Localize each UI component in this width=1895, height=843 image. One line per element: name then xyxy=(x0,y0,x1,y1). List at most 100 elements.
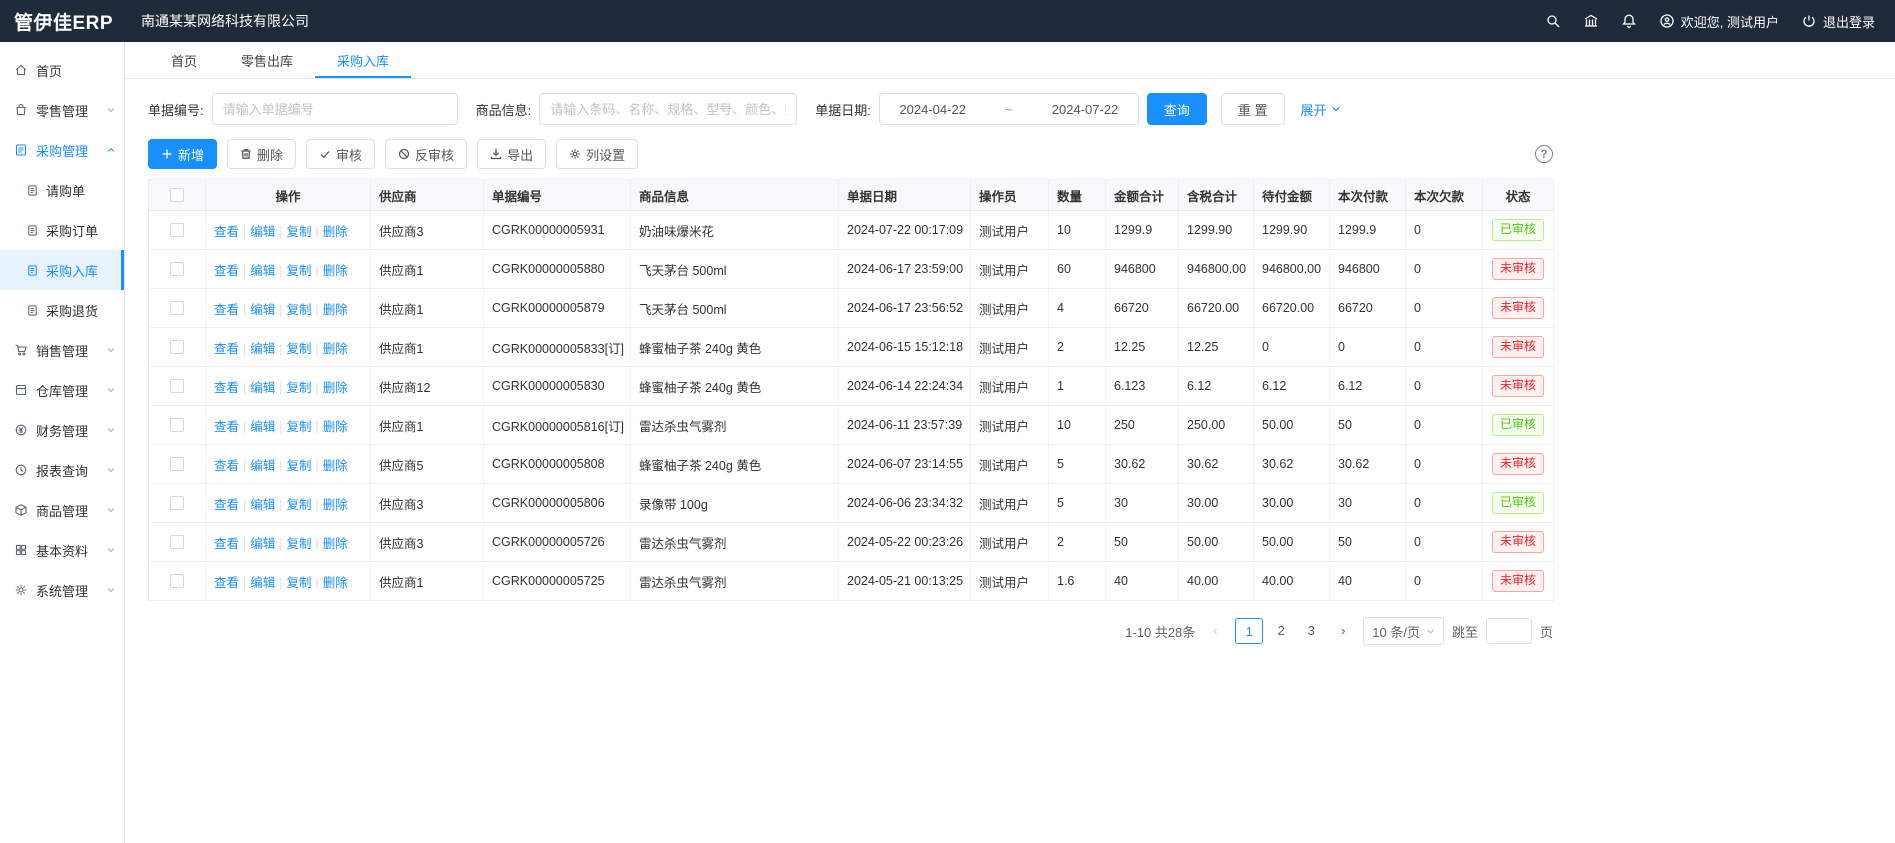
row-checkbox[interactable] xyxy=(170,301,184,315)
copy-link[interactable]: 复制 xyxy=(287,420,312,434)
date-range-picker[interactable]: 2024-04-22 ~ 2024-07-22 xyxy=(879,93,1139,125)
page-number-2[interactable]: 2 xyxy=(1269,618,1293,644)
cell-payable: 30.62 xyxy=(1254,445,1330,484)
view-link[interactable]: 查看 xyxy=(214,264,239,278)
edit-link[interactable]: 编辑 xyxy=(250,537,275,551)
row-checkbox[interactable] xyxy=(170,457,184,471)
view-link[interactable]: 查看 xyxy=(214,576,239,590)
logout-button[interactable]: 退出登录 xyxy=(1801,12,1875,31)
copy-link[interactable]: 复制 xyxy=(287,342,312,356)
tab-retail-out[interactable]: 零售出库 xyxy=(219,42,315,78)
delete-button[interactable]: 删除 xyxy=(227,139,296,169)
sidebar-item-label: 仓库管理 xyxy=(36,381,88,400)
bell-icon[interactable] xyxy=(1621,13,1637,29)
view-link[interactable]: 查看 xyxy=(214,342,239,356)
copy-link[interactable]: 复制 xyxy=(287,459,312,473)
view-link[interactable]: 查看 xyxy=(214,498,239,512)
sidebar-item-purchase-request[interactable]: 请购单 xyxy=(0,170,124,210)
delete-link[interactable]: 删除 xyxy=(323,498,348,512)
cell-doc-no: CGRK00000005816[订] xyxy=(484,406,631,445)
row-checkbox[interactable] xyxy=(170,262,184,276)
tab-home[interactable]: 首页 xyxy=(149,42,219,78)
sidebar-item-goods[interactable]: 商品管理 xyxy=(0,490,124,530)
search-icon[interactable] xyxy=(1545,13,1561,29)
edit-link[interactable]: 编辑 xyxy=(250,264,275,278)
delete-link[interactable]: 删除 xyxy=(323,420,348,434)
prev-page-button[interactable]: ‹ xyxy=(1203,618,1227,644)
edit-link[interactable]: 编辑 xyxy=(250,576,275,590)
sidebar-item-purchase-return[interactable]: 采购退货 xyxy=(0,290,124,330)
sidebar-item-home[interactable]: 首页 xyxy=(0,50,124,90)
unapprove-button[interactable]: 反审核 xyxy=(385,139,467,169)
view-link[interactable]: 查看 xyxy=(214,225,239,239)
row-checkbox[interactable] xyxy=(170,379,184,393)
sidebar-item-purchase[interactable]: 采购管理 xyxy=(0,130,124,170)
jump-input[interactable] xyxy=(1486,618,1532,644)
edit-link[interactable]: 编辑 xyxy=(250,381,275,395)
page-number-1[interactable]: 1 xyxy=(1235,618,1263,644)
col-owed: 本次欠款 xyxy=(1406,180,1483,211)
edit-link[interactable]: 编辑 xyxy=(250,459,275,473)
delete-link[interactable]: 删除 xyxy=(323,537,348,551)
app-logo: 管伊佳ERP xyxy=(0,8,125,35)
row-checkbox[interactable] xyxy=(170,223,184,237)
sidebar-item-warehouse[interactable]: 仓库管理 xyxy=(0,370,124,410)
col-operator: 操作员 xyxy=(971,180,1049,211)
view-link[interactable]: 查看 xyxy=(214,381,239,395)
view-link[interactable]: 查看 xyxy=(214,459,239,473)
sidebar-item-basic[interactable]: 基本资料 xyxy=(0,530,124,570)
sidebar-item-report[interactable]: 报表查询 xyxy=(0,450,124,490)
view-link[interactable]: 查看 xyxy=(214,420,239,434)
question-icon[interactable]: ? xyxy=(1535,145,1553,163)
copy-link[interactable]: 复制 xyxy=(287,537,312,551)
product-info-input[interactable] xyxy=(539,93,797,125)
sidebar-item-purchase-order[interactable]: 采购订单 xyxy=(0,210,124,250)
bank-icon[interactable] xyxy=(1583,13,1599,29)
doc-no-input[interactable] xyxy=(212,93,458,125)
page-number-3[interactable]: 3 xyxy=(1299,618,1323,644)
row-checkbox[interactable] xyxy=(170,574,184,588)
sidebar-item-sales[interactable]: 销售管理 xyxy=(0,330,124,370)
delete-link[interactable]: 删除 xyxy=(323,459,348,473)
edit-link[interactable]: 编辑 xyxy=(250,303,275,317)
export-button[interactable]: 导出 xyxy=(477,139,546,169)
tab-purchase-in[interactable]: 采购入库 xyxy=(315,42,411,78)
copy-link[interactable]: 复制 xyxy=(287,303,312,317)
delete-link[interactable]: 删除 xyxy=(323,342,348,356)
select-all-checkbox[interactable] xyxy=(170,188,184,202)
sidebar-item-finance[interactable]: 财务管理 xyxy=(0,410,124,450)
view-link[interactable]: 查看 xyxy=(214,303,239,317)
edit-link[interactable]: 编辑 xyxy=(250,342,275,356)
reset-button[interactable]: 重 置 xyxy=(1221,93,1285,125)
column-settings-button[interactable]: 列设置 xyxy=(556,139,638,169)
copy-link[interactable]: 复制 xyxy=(287,576,312,590)
welcome-user[interactable]: 欢迎您, 测试用户 xyxy=(1659,12,1779,31)
edit-link[interactable]: 编辑 xyxy=(250,225,275,239)
sidebar-item-system[interactable]: 系统管理 xyxy=(0,570,124,610)
view-link[interactable]: 查看 xyxy=(214,537,239,551)
copy-link[interactable]: 复制 xyxy=(287,381,312,395)
copy-link[interactable]: 复制 xyxy=(287,264,312,278)
delete-link[interactable]: 删除 xyxy=(323,303,348,317)
delete-link[interactable]: 删除 xyxy=(323,381,348,395)
expand-toggle[interactable]: 展开 xyxy=(1301,100,1341,119)
row-checkbox[interactable] xyxy=(170,418,184,432)
copy-link[interactable]: 复制 xyxy=(287,225,312,239)
search-button[interactable]: 查询 xyxy=(1147,93,1207,125)
row-checkbox[interactable] xyxy=(170,496,184,510)
copy-link[interactable]: 复制 xyxy=(287,498,312,512)
sidebar-item-purchase-in[interactable]: 采购入库 xyxy=(0,250,124,290)
delete-link[interactable]: 删除 xyxy=(323,576,348,590)
delete-link[interactable]: 删除 xyxy=(323,264,348,278)
cell-actions: 查看|编辑|复制|删除 xyxy=(206,406,371,445)
approve-button[interactable]: 审核 xyxy=(306,139,375,169)
row-checkbox[interactable] xyxy=(170,340,184,354)
edit-link[interactable]: 编辑 xyxy=(250,498,275,512)
edit-link[interactable]: 编辑 xyxy=(250,420,275,434)
page-size-select[interactable]: 10 条/页 xyxy=(1363,617,1444,645)
sidebar-item-retail[interactable]: 零售管理 xyxy=(0,90,124,130)
add-button[interactable]: 新增 xyxy=(148,139,217,169)
row-checkbox[interactable] xyxy=(170,535,184,549)
delete-link[interactable]: 删除 xyxy=(323,225,348,239)
next-page-button[interactable]: › xyxy=(1331,618,1355,644)
